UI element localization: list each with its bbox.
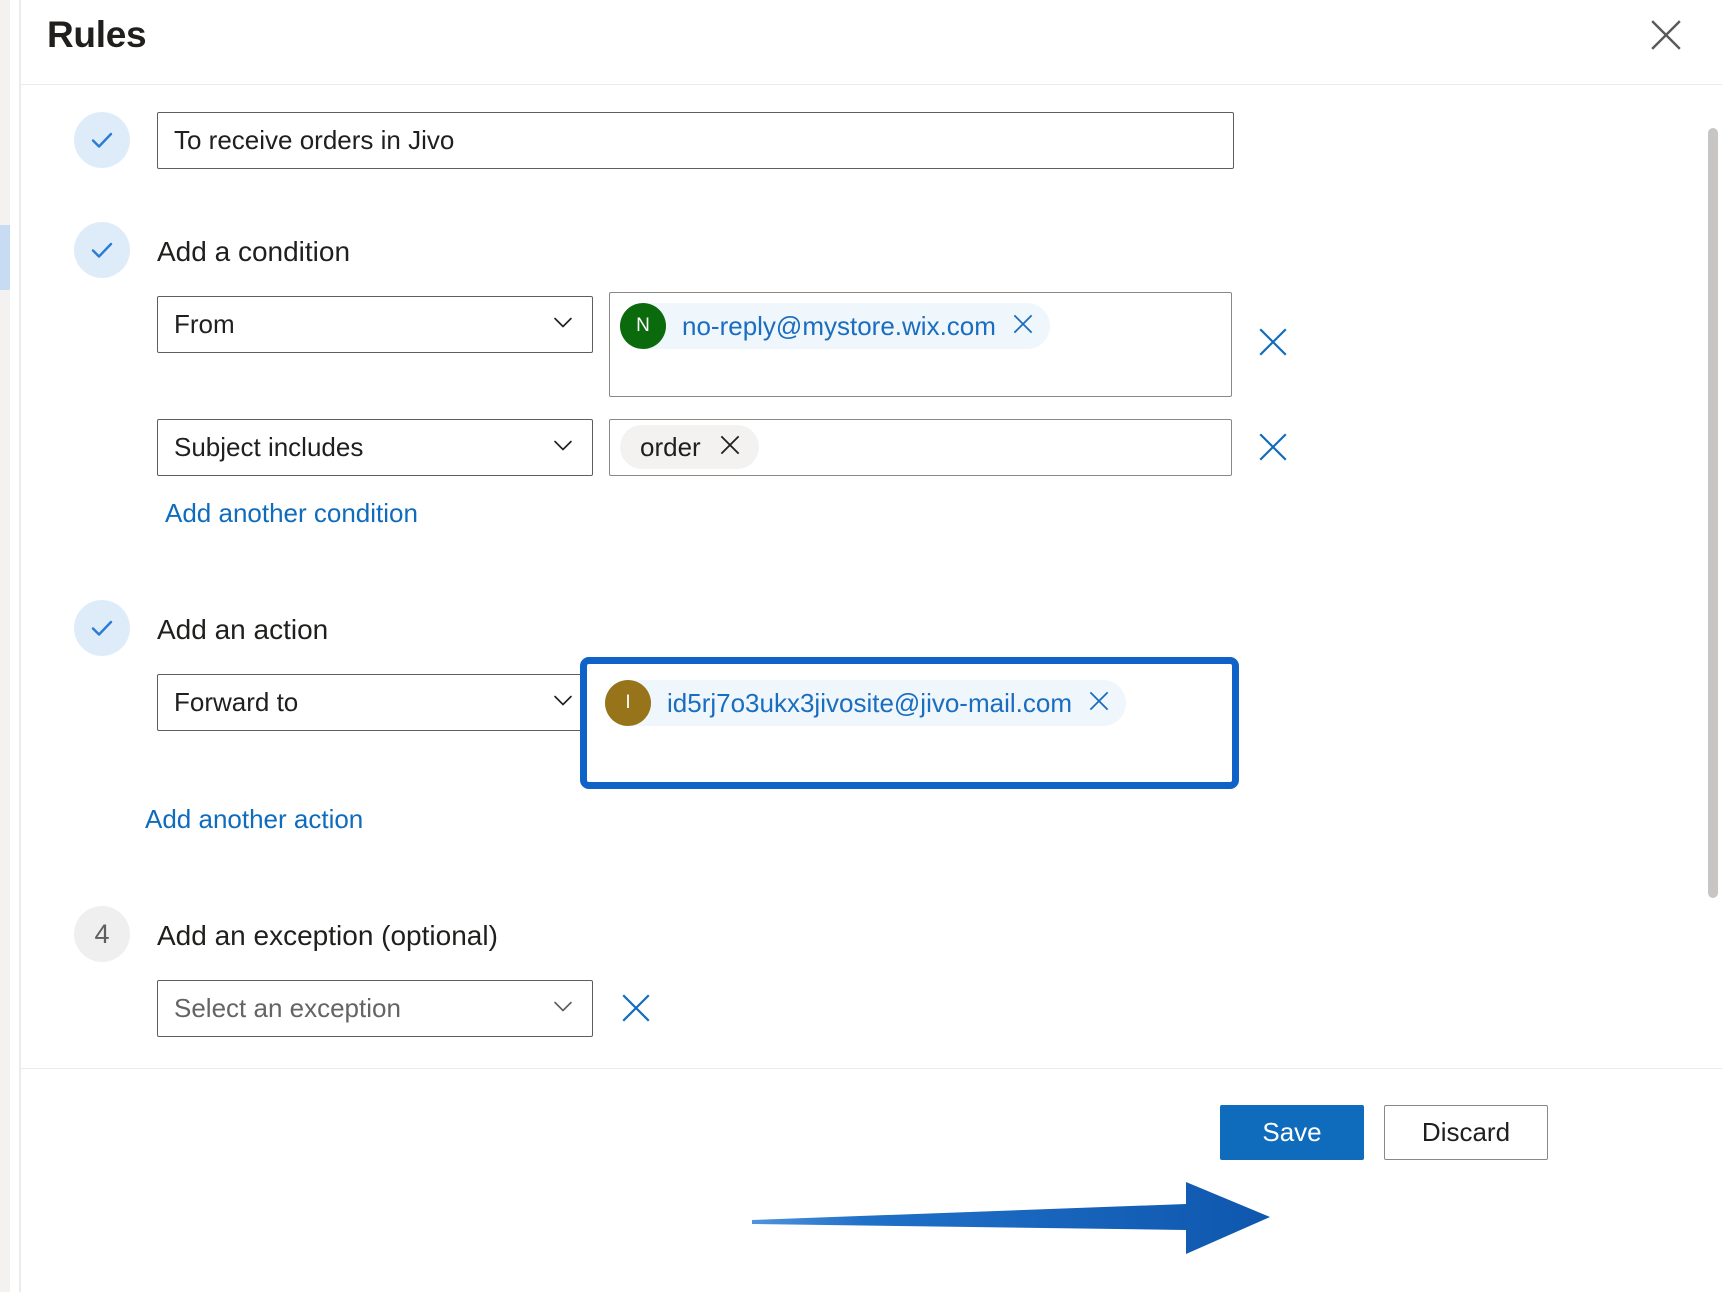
scrollbar-thumb[interactable] [1708, 128, 1718, 898]
discard-button[interactable]: Discard [1384, 1105, 1548, 1160]
check-icon [87, 613, 117, 643]
person-pill-email: no-reply@mystore.wix.com [682, 311, 996, 342]
condition-type-value-1: From [174, 309, 550, 340]
section-heading-exception: Add an exception (optional) [157, 920, 498, 952]
exception-type-dropdown[interactable]: Select an exception [157, 980, 593, 1037]
token-pill-text: order [640, 432, 701, 463]
step-number-4: 4 [94, 919, 109, 950]
remove-person-icon[interactable] [1086, 688, 1112, 719]
gutter-divider [10, 0, 19, 1292]
window-left-gutter [0, 0, 10, 1292]
remove-condition-button-1[interactable] [1253, 322, 1293, 362]
left-rail-selection-indicator [0, 225, 10, 290]
chevron-down-icon [550, 993, 576, 1024]
step-indicator-2 [74, 222, 130, 278]
add-another-condition-link[interactable]: Add another condition [165, 498, 418, 529]
exception-type-value: Select an exception [174, 993, 550, 1024]
rules-panel: Rules To receive orders in Jivo [21, 0, 1722, 1292]
step-indicator-1 [74, 112, 130, 168]
remove-token-icon[interactable] [717, 432, 743, 463]
remove-person-icon[interactable] [1010, 311, 1036, 342]
condition-value-token-field-2[interactable]: order [609, 419, 1232, 476]
rule-form-body: To receive orders in Jivo Add a conditio… [21, 86, 1722, 1067]
step-indicator-3 [74, 600, 130, 656]
avatar: N [620, 303, 666, 349]
person-pill[interactable]: N no-reply@mystore.wix.com [620, 303, 1050, 349]
section-heading-condition: Add a condition [157, 236, 350, 268]
check-icon [87, 235, 117, 265]
chevron-down-icon [550, 687, 576, 718]
add-another-action-link[interactable]: Add another action [145, 804, 363, 835]
section-heading-action: Add an action [157, 614, 328, 646]
check-icon [87, 125, 117, 155]
remove-exception-button[interactable] [616, 988, 656, 1028]
condition-type-dropdown-2[interactable]: Subject includes [157, 419, 593, 476]
person-pill[interactable]: I id5rj7o3ukx3jivosite@jivo-mail.com [605, 680, 1126, 726]
action-type-value-1: Forward to [174, 687, 550, 718]
avatar: I [605, 680, 651, 726]
chevron-down-icon [550, 309, 576, 340]
save-button[interactable]: Save [1220, 1105, 1364, 1160]
token-pill[interactable]: order [620, 425, 759, 469]
panel-footer: Save Discard [21, 1068, 1722, 1292]
step-indicator-4: 4 [74, 906, 130, 962]
remove-condition-button-2[interactable] [1253, 427, 1293, 467]
action-value-people-picker-1[interactable]: I id5rj7o3ukx3jivosite@jivo-mail.com [587, 664, 1232, 782]
person-pill-email: id5rj7o3ukx3jivosite@jivo-mail.com [667, 688, 1072, 719]
panel-header: Rules [21, 0, 1722, 85]
close-icon[interactable] [1644, 13, 1688, 57]
action-type-dropdown-1[interactable]: Forward to [157, 674, 593, 731]
condition-type-value-2: Subject includes [174, 432, 550, 463]
page-title: Rules [47, 14, 146, 56]
rule-name-input[interactable]: To receive orders in Jivo [157, 112, 1234, 169]
chevron-down-icon [550, 432, 576, 463]
condition-type-dropdown-1[interactable]: From [157, 296, 593, 353]
condition-value-people-picker-1[interactable]: N no-reply@mystore.wix.com [609, 292, 1232, 397]
